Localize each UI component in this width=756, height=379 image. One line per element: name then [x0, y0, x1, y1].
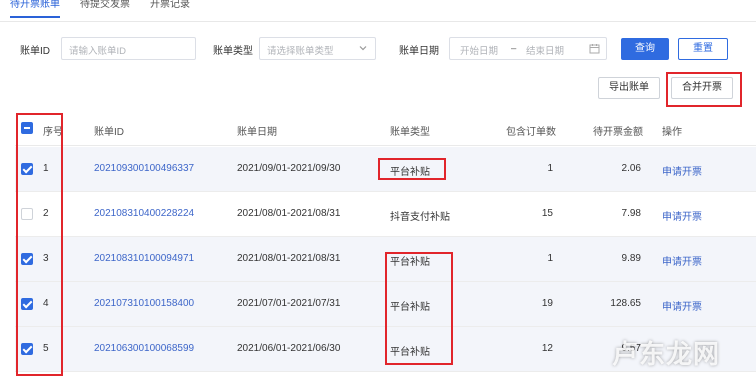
order-count: 1	[547, 163, 553, 174]
apply-invoice-link[interactable]: 申请开票	[662, 298, 702, 313]
table-row: 4 202107310100158400 2021/07/01-2021/07/…	[15, 282, 756, 327]
apply-invoice-link[interactable]: 申请开票	[662, 208, 702, 223]
table-header: 序号 账单ID 账单日期 账单类型 包含订单数 待开票金额 操作	[15, 112, 756, 146]
invoice-amount: 128.65	[610, 298, 641, 309]
table-row: 2 202108310400228224 2021/08/01-2021/08/…	[15, 192, 756, 237]
bill-type: 平台补贴	[390, 257, 430, 268]
col-bill-date: 账单日期	[237, 127, 277, 138]
table-row: 3 202108310100094971 2021/08/01-2021/08/…	[15, 237, 756, 282]
range-separator: –	[511, 43, 517, 54]
tab-invoice-records[interactable]: 开票记录	[150, 0, 190, 18]
bill-date: 2021/07/01-2021/07/31	[237, 298, 341, 309]
bill-id-placeholder: 请输入账单ID	[69, 46, 127, 57]
row-checkbox[interactable]	[21, 163, 33, 175]
col-bill-type: 账单类型	[390, 127, 430, 138]
apply-invoice-link[interactable]: 申请开票	[662, 253, 702, 268]
end-date-placeholder: 结束日期	[526, 46, 565, 57]
col-index: 序号	[43, 127, 63, 138]
col-order-count: 包含订单数	[506, 127, 556, 138]
bill-type: 抖音支付补贴	[390, 212, 450, 223]
calendar-icon	[589, 44, 600, 54]
bill-type-select[interactable]: 请选择账单类型	[259, 37, 376, 60]
bill-id-link[interactable]: 202109300100496337	[94, 163, 194, 174]
export-bills-button[interactable]: 导出账单	[598, 77, 660, 99]
invoice-amount: 7.98	[621, 208, 641, 219]
tab-pending-bills[interactable]: 待开票账单	[10, 0, 60, 18]
row-index: 5	[43, 343, 49, 354]
bill-type: 平台补贴	[390, 167, 430, 178]
row-checkbox[interactable]	[21, 253, 33, 265]
bill-date: 2021/08/01-2021/08/31	[237, 253, 341, 264]
bill-date: 2021/09/01-2021/09/30	[237, 163, 341, 174]
order-count: 15	[541, 208, 553, 219]
bill-id-link[interactable]: 202106300100068599	[94, 343, 194, 354]
tab-pending-invoices[interactable]: 待提交发票	[80, 0, 130, 18]
select-all-checkbox[interactable]	[21, 122, 33, 134]
row-index: 1	[43, 163, 49, 174]
row-index: 2	[43, 208, 49, 219]
watermark-logo: 卢东龙网	[612, 339, 721, 369]
tab-bar: 待开票账单 待提交发票 开票记录	[0, 0, 756, 22]
order-count: 12	[541, 343, 553, 354]
bill-type-placeholder: 请选择账单类型	[267, 46, 334, 57]
bill-id-label: 账单ID	[20, 46, 50, 57]
bill-id-input[interactable]: 请输入账单ID	[61, 37, 196, 60]
table-row: 1 202109300100496337 2021/09/01-2021/09/…	[15, 147, 756, 192]
col-bill-id: 账单ID	[94, 127, 124, 138]
bill-id-link[interactable]: 202108310400228224	[94, 208, 194, 219]
bill-id-link[interactable]: 202107310100158400	[94, 298, 194, 309]
reset-button[interactable]: 重置	[678, 38, 728, 60]
merge-invoice-button[interactable]: 合并开票	[671, 77, 733, 99]
row-checkbox[interactable]	[21, 208, 33, 220]
row-checkbox[interactable]	[21, 343, 33, 355]
apply-invoice-link[interactable]: 申请开票	[662, 163, 702, 178]
start-date-placeholder: 开始日期	[460, 46, 499, 57]
order-count: 19	[541, 298, 553, 309]
row-index: 4	[43, 298, 49, 309]
col-action: 操作	[662, 127, 682, 138]
invoice-amount: 9.89	[621, 253, 641, 264]
row-checkbox[interactable]	[21, 298, 33, 310]
bill-date-label: 账单日期	[399, 46, 439, 57]
row-index: 3	[43, 253, 49, 264]
bill-type: 平台补贴	[390, 347, 430, 358]
bill-id-link[interactable]: 202108310100094971	[94, 253, 194, 264]
bill-type: 平台补贴	[390, 302, 430, 313]
bill-date: 2021/08/01-2021/08/31	[237, 208, 341, 219]
order-count: 1	[547, 253, 553, 264]
invoice-amount: 2.06	[621, 163, 641, 174]
bill-date: 2021/06/01-2021/06/30	[237, 343, 341, 354]
date-range-picker[interactable]: 开始日期 – 结束日期	[449, 37, 607, 60]
bill-type-label: 账单类型	[213, 46, 253, 57]
col-amount: 待开票金额	[593, 127, 643, 138]
chevron-down-icon	[359, 46, 367, 51]
query-button[interactable]: 查询	[621, 38, 669, 60]
